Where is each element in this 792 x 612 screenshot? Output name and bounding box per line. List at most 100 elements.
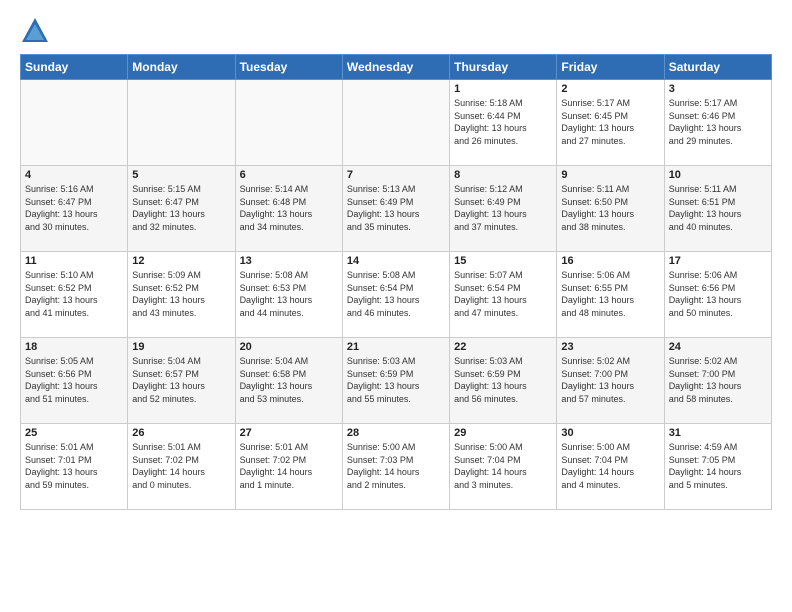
calendar-cell: 20 Sunrise: 5:04 AM Sunset: 6:58 PM Dayli…	[235, 338, 342, 424]
cell-content: Sunrise: 5:01 AM Sunset: 7:01 PM Dayligh…	[25, 441, 123, 491]
week-row-1: 1 Sunrise: 5:18 AM Sunset: 6:44 PM Daylig…	[21, 80, 772, 166]
calendar-cell: 26 Sunrise: 5:01 AM Sunset: 7:02 PM Dayli…	[128, 424, 235, 510]
cell-content: Sunrise: 5:09 AM Sunset: 6:52 PM Dayligh…	[132, 269, 230, 319]
day-number: 5	[132, 169, 230, 181]
day-number: 28	[347, 427, 445, 439]
day-number: 26	[132, 427, 230, 439]
calendar-cell: 10 Sunrise: 5:11 AM Sunset: 6:51 PM Dayli…	[664, 166, 771, 252]
day-number: 22	[454, 341, 552, 353]
logo	[20, 16, 54, 46]
weekday-header-sunday: Sunday	[21, 55, 128, 80]
day-number: 10	[669, 169, 767, 181]
calendar-cell: 17Sunrise: 5:06 AM Sunset: 6:56 PM Dayli…	[664, 252, 771, 338]
calendar-cell: 8 Sunrise: 5:12 AM Sunset: 6:49 PM Daylig…	[450, 166, 557, 252]
cell-content: Sunrise: 5:11 AM Sunset: 6:51 PM Dayligh…	[669, 183, 767, 233]
cell-content: Sunrise: 5:07 AM Sunset: 6:54 PM Dayligh…	[454, 269, 552, 319]
calendar-cell: 3 Sunrise: 5:17 AM Sunset: 6:46 PM Daylig…	[664, 80, 771, 166]
calendar-cell: 25 Sunrise: 5:01 AM Sunset: 7:01 PM Dayli…	[21, 424, 128, 510]
calendar-cell: 31Sunrise: 4:59 AM Sunset: 7:05 PM Dayli…	[664, 424, 771, 510]
calendar-cell: 27 Sunrise: 5:01 AM Sunset: 7:02 PM Dayli…	[235, 424, 342, 510]
cell-content: Sunrise: 5:15 AM Sunset: 6:47 PM Dayligh…	[132, 183, 230, 233]
calendar-cell	[342, 80, 449, 166]
day-number: 6	[240, 169, 338, 181]
cell-content: Sunrise: 5:18 AM Sunset: 6:44 PM Dayligh…	[454, 97, 552, 147]
calendar-cell: 19 Sunrise: 5:04 AM Sunset: 6:57 PM Dayli…	[128, 338, 235, 424]
day-number: 16	[561, 255, 659, 267]
cell-content: Sunrise: 5:03 AM Sunset: 6:59 PM Dayligh…	[454, 355, 552, 405]
cell-content: Sunrise: 5:17 AM Sunset: 6:46 PM Dayligh…	[669, 97, 767, 147]
day-number: 29	[454, 427, 552, 439]
cell-content: Sunrise: 5:11 AM Sunset: 6:50 PM Dayligh…	[561, 183, 659, 233]
day-number: 1	[454, 83, 552, 95]
calendar-cell: 12 Sunrise: 5:09 AM Sunset: 6:52 PM Dayli…	[128, 252, 235, 338]
day-number: 12	[132, 255, 230, 267]
cell-content: Sunrise: 5:01 AM Sunset: 7:02 PM Dayligh…	[132, 441, 230, 491]
cell-content: Sunrise: 5:06 AM Sunset: 6:56 PM Dayligh…	[669, 269, 767, 319]
day-number: 8	[454, 169, 552, 181]
cell-content: Sunrise: 5:16 AM Sunset: 6:47 PM Dayligh…	[25, 183, 123, 233]
calendar-cell: 9 Sunrise: 5:11 AM Sunset: 6:50 PM Daylig…	[557, 166, 664, 252]
calendar-cell	[128, 80, 235, 166]
calendar-header: SundayMondayTuesdayWednesdayThursdayFrid…	[21, 55, 772, 80]
day-number: 31	[669, 427, 767, 439]
cell-content: Sunrise: 5:02 AM Sunset: 7:00 PM Dayligh…	[669, 355, 767, 405]
calendar-cell: 21 Sunrise: 5:03 AM Sunset: 6:59 PM Dayli…	[342, 338, 449, 424]
week-row-3: 11 Sunrise: 5:10 AM Sunset: 6:52 PM Dayli…	[21, 252, 772, 338]
day-number: 30	[561, 427, 659, 439]
day-number: 19	[132, 341, 230, 353]
cell-content: Sunrise: 5:00 AM Sunset: 7:04 PM Dayligh…	[454, 441, 552, 491]
cell-content: Sunrise: 5:04 AM Sunset: 6:57 PM Dayligh…	[132, 355, 230, 405]
calendar-cell: 18Sunrise: 5:05 AM Sunset: 6:56 PM Dayli…	[21, 338, 128, 424]
cell-content: Sunrise: 5:08 AM Sunset: 6:54 PM Dayligh…	[347, 269, 445, 319]
calendar-cell: 15 Sunrise: 5:07 AM Sunset: 6:54 PM Dayli…	[450, 252, 557, 338]
cell-content: Sunrise: 5:12 AM Sunset: 6:49 PM Dayligh…	[454, 183, 552, 233]
day-number: 7	[347, 169, 445, 181]
day-number: 20	[240, 341, 338, 353]
logo-icon	[20, 16, 50, 46]
cell-content: Sunrise: 5:04 AM Sunset: 6:58 PM Dayligh…	[240, 355, 338, 405]
cell-content: Sunrise: 5:06 AM Sunset: 6:55 PM Dayligh…	[561, 269, 659, 319]
day-number: 2	[561, 83, 659, 95]
weekday-header-friday: Friday	[557, 55, 664, 80]
calendar-cell: 23Sunrise: 5:02 AM Sunset: 7:00 PM Dayli…	[557, 338, 664, 424]
calendar-cell: 1 Sunrise: 5:18 AM Sunset: 6:44 PM Daylig…	[450, 80, 557, 166]
calendar-cell: 28Sunrise: 5:00 AM Sunset: 7:03 PM Dayli…	[342, 424, 449, 510]
calendar-body: 1 Sunrise: 5:18 AM Sunset: 6:44 PM Daylig…	[21, 80, 772, 510]
cell-content: Sunrise: 5:05 AM Sunset: 6:56 PM Dayligh…	[25, 355, 123, 405]
calendar-cell	[235, 80, 342, 166]
calendar-cell: 14Sunrise: 5:08 AM Sunset: 6:54 PM Dayli…	[342, 252, 449, 338]
calendar-table: SundayMondayTuesdayWednesdayThursdayFrid…	[20, 54, 772, 510]
calendar-cell: 16 Sunrise: 5:06 AM Sunset: 6:55 PM Dayli…	[557, 252, 664, 338]
week-row-4: 18Sunrise: 5:05 AM Sunset: 6:56 PM Dayli…	[21, 338, 772, 424]
weekday-header-wednesday: Wednesday	[342, 55, 449, 80]
cell-content: Sunrise: 5:03 AM Sunset: 6:59 PM Dayligh…	[347, 355, 445, 405]
weekday-header-tuesday: Tuesday	[235, 55, 342, 80]
week-row-2: 4Sunrise: 5:16 AM Sunset: 6:47 PM Daylig…	[21, 166, 772, 252]
calendar-cell: 5 Sunrise: 5:15 AM Sunset: 6:47 PM Daylig…	[128, 166, 235, 252]
day-number: 11	[25, 255, 123, 267]
cell-content: Sunrise: 5:14 AM Sunset: 6:48 PM Dayligh…	[240, 183, 338, 233]
cell-content: Sunrise: 5:01 AM Sunset: 7:02 PM Dayligh…	[240, 441, 338, 491]
calendar-cell	[21, 80, 128, 166]
day-number: 27	[240, 427, 338, 439]
week-row-5: 25 Sunrise: 5:01 AM Sunset: 7:01 PM Dayli…	[21, 424, 772, 510]
cell-content: Sunrise: 5:00 AM Sunset: 7:04 PM Dayligh…	[561, 441, 659, 491]
cell-content: Sunrise: 5:10 AM Sunset: 6:52 PM Dayligh…	[25, 269, 123, 319]
weekday-row: SundayMondayTuesdayWednesdayThursdayFrid…	[21, 55, 772, 80]
calendar-cell: 2Sunrise: 5:17 AM Sunset: 6:45 PM Daylig…	[557, 80, 664, 166]
day-number: 13	[240, 255, 338, 267]
cell-content: Sunrise: 5:08 AM Sunset: 6:53 PM Dayligh…	[240, 269, 338, 319]
calendar-cell: 4Sunrise: 5:16 AM Sunset: 6:47 PM Daylig…	[21, 166, 128, 252]
day-number: 21	[347, 341, 445, 353]
day-number: 25	[25, 427, 123, 439]
header	[20, 16, 772, 46]
day-number: 23	[561, 341, 659, 353]
calendar-cell: 7 Sunrise: 5:13 AM Sunset: 6:49 PM Daylig…	[342, 166, 449, 252]
day-number: 3	[669, 83, 767, 95]
calendar-cell: 22 Sunrise: 5:03 AM Sunset: 6:59 PM Dayli…	[450, 338, 557, 424]
weekday-header-thursday: Thursday	[450, 55, 557, 80]
day-number: 24	[669, 341, 767, 353]
day-number: 9	[561, 169, 659, 181]
cell-content: Sunrise: 5:13 AM Sunset: 6:49 PM Dayligh…	[347, 183, 445, 233]
day-number: 15	[454, 255, 552, 267]
